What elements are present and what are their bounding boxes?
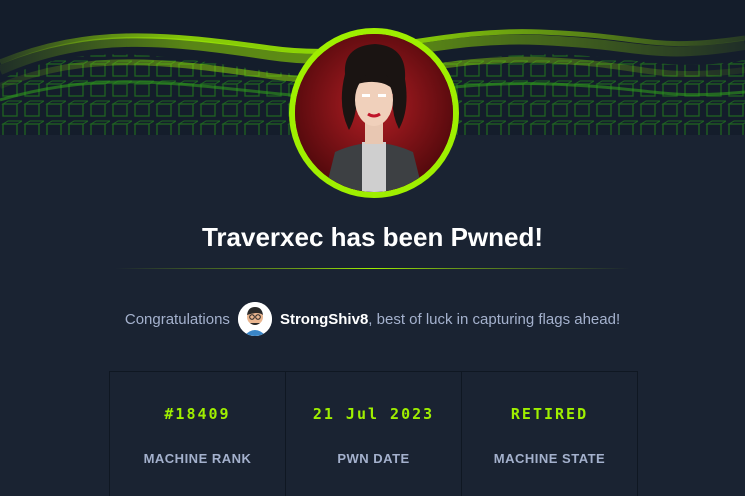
stat-value: 21 Jul 2023 xyxy=(312,405,435,423)
user-avatar[interactable] xyxy=(237,302,272,336)
stat-pwn-date: 21 Jul 2023 PWN DATE xyxy=(286,372,462,496)
username-link[interactable]: StrongShiv8 xyxy=(280,311,368,328)
congrats-message: Congratulations StrongShiv8 , best of lu… xyxy=(0,302,745,336)
stat-value: RETIRED xyxy=(510,405,589,423)
stats-panel: #18409 MACHINE RANK 21 Jul 2023 PWN DATE… xyxy=(109,371,638,496)
congrats-lead: Congratulations xyxy=(124,310,230,328)
stat-label: MACHINE STATE xyxy=(493,451,606,466)
divider xyxy=(115,268,630,269)
stat-label: MACHINE RANK xyxy=(143,451,252,466)
machine-avatar-image xyxy=(295,34,453,192)
stat-machine-rank: #18409 MACHINE RANK xyxy=(110,372,286,496)
stat-value: #18409 xyxy=(164,405,231,423)
user-avatar-image xyxy=(237,302,272,336)
stat-label: PWN DATE xyxy=(337,451,410,466)
machine-avatar xyxy=(289,28,459,198)
page-title: Traverxec has been Pwned! xyxy=(201,222,544,252)
congrats-message-text: , best of luck in capturing flags ahead! xyxy=(368,310,621,328)
stat-machine-state: RETIRED MACHINE STATE xyxy=(462,372,637,496)
